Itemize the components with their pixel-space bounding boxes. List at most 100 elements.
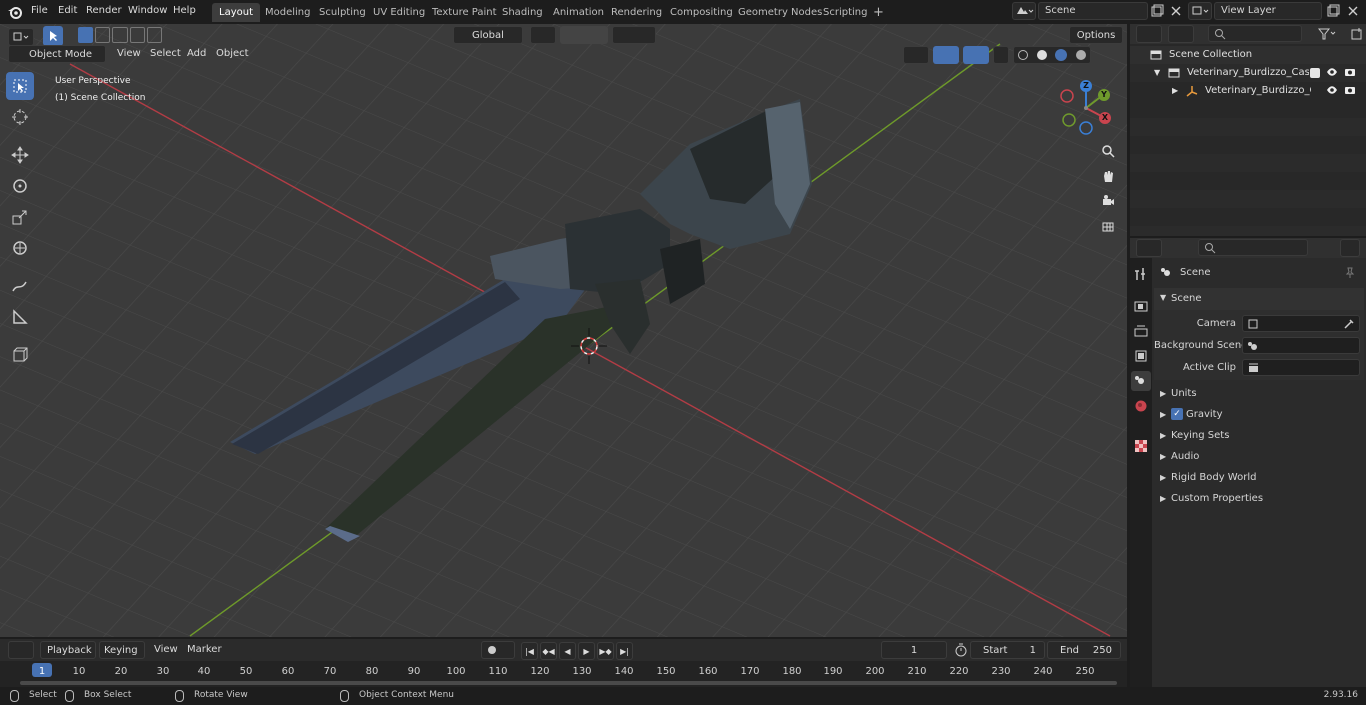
- marker-menu[interactable]: Marker: [187, 641, 222, 659]
- menu-window[interactable]: Window: [128, 0, 167, 22]
- active-clip-field[interactable]: [1242, 359, 1360, 376]
- select-extend-icon[interactable]: [95, 27, 111, 43]
- end-frame-field[interactable]: End 250: [1047, 641, 1121, 659]
- viewport-scene[interactable]: [0, 24, 1127, 637]
- tool-tab-icon[interactable]: [1133, 266, 1149, 282]
- menu-edit[interactable]: Edit: [58, 0, 77, 22]
- camera-render-icon[interactable]: [1344, 67, 1356, 77]
- transform-orientation-dropdown[interactable]: Global: [453, 26, 523, 44]
- playback-menu[interactable]: Playback: [40, 641, 96, 659]
- tab-layout[interactable]: Layout: [212, 3, 260, 22]
- outliner-editor-type-icon[interactable]: [1136, 25, 1162, 43]
- camera-render-icon[interactable]: [1344, 85, 1356, 95]
- 3d-viewport[interactable]: Global Options Object Mode View Select A…: [0, 24, 1127, 637]
- solid-shading-icon[interactable]: [1036, 50, 1047, 60]
- section-gravity[interactable]: ▶ ✓ Gravity: [1154, 405, 1364, 426]
- menu-help[interactable]: Help: [173, 0, 196, 22]
- jump-start-icon[interactable]: |◀: [521, 642, 538, 660]
- gravity-checkbox[interactable]: ✓: [1171, 408, 1183, 420]
- select-subtract-icon[interactable]: [112, 27, 128, 43]
- scene-selector-icon[interactable]: [1012, 2, 1036, 20]
- tweak-tool-icon[interactable]: [6, 72, 34, 100]
- exclude-checkbox[interactable]: [1310, 68, 1320, 78]
- prev-keyframe-icon[interactable]: ◆◀: [540, 642, 557, 660]
- next-keyframe-icon[interactable]: ▶◆: [597, 642, 614, 660]
- tab-animation[interactable]: Animation: [546, 3, 611, 22]
- keying-menu[interactable]: Keying: [99, 641, 145, 659]
- add-workspace-button[interactable]: +: [866, 3, 891, 22]
- expand-arrow-icon[interactable]: ▶: [1160, 410, 1166, 419]
- scene-name-field[interactable]: Scene: [1038, 2, 1148, 20]
- pan-hand-icon[interactable]: [1097, 165, 1119, 187]
- play-reverse-icon[interactable]: ◀: [559, 642, 576, 660]
- proportional-edit-icon[interactable]: [612, 26, 656, 44]
- select-invert-icon[interactable]: [129, 27, 145, 43]
- gizmo-x-label[interactable]: X: [1099, 112, 1111, 124]
- view-layer-icon[interactable]: [1188, 2, 1212, 20]
- snap-toggle-icon[interactable]: [560, 26, 608, 44]
- tab-sculpting[interactable]: Sculpting: [312, 3, 373, 22]
- outliner-scene-collection-row[interactable]: Scene Collection: [1130, 46, 1366, 64]
- mode-dropdown[interactable]: Object Mode: [8, 45, 106, 63]
- new-scene-icon[interactable]: [1150, 4, 1164, 18]
- play-icon[interactable]: ▶: [578, 642, 595, 660]
- section-rigid-body-world[interactable]: ▶ Rigid Body World: [1154, 468, 1364, 489]
- texture-tab-icon[interactable]: [1133, 438, 1149, 454]
- navigation-gizmo[interactable]: Y Z X: [1055, 80, 1117, 136]
- tab-shading[interactable]: Shading: [495, 3, 550, 22]
- camera-view-icon[interactable]: [1097, 190, 1119, 212]
- background-scene-field[interactable]: [1242, 337, 1360, 354]
- menu-view[interactable]: View: [117, 45, 141, 63]
- display-mode-icon[interactable]: [1168, 25, 1194, 43]
- menu-file[interactable]: File: [31, 0, 48, 22]
- expand-arrow-icon[interactable]: ▶: [1160, 452, 1166, 461]
- tab-texture-paint[interactable]: Texture Paint: [425, 3, 504, 22]
- tab-uv-editing[interactable]: UV Editing: [366, 3, 432, 22]
- expand-arrow-icon[interactable]: ▼: [1154, 64, 1160, 82]
- start-frame-field[interactable]: Start 1: [970, 641, 1045, 659]
- expand-arrow-icon[interactable]: ▶: [1160, 431, 1166, 440]
- expand-arrow-icon[interactable]: ▶: [1160, 473, 1166, 482]
- pin-icon[interactable]: [1344, 266, 1356, 278]
- eye-visibility-icon[interactable]: [1326, 67, 1338, 77]
- options-dropdown[interactable]: Options: [1069, 26, 1123, 44]
- select-new-icon[interactable]: [78, 27, 94, 43]
- cursor-tool-icon[interactable]: [6, 103, 34, 131]
- render-tab-icon[interactable]: [1133, 298, 1149, 314]
- section-audio[interactable]: ▶ Audio: [1154, 447, 1364, 468]
- tab-compositing[interactable]: Compositing: [663, 3, 740, 22]
- view-layer-field[interactable]: View Layer: [1214, 2, 1322, 20]
- delete-scene-icon[interactable]: [1169, 4, 1183, 18]
- new-collection-icon[interactable]: [1350, 27, 1364, 41]
- expand-arrow-icon[interactable]: ▶: [1160, 389, 1166, 398]
- zoom-icon[interactable]: [1097, 140, 1119, 162]
- menu-select[interactable]: Select: [150, 45, 181, 63]
- outliner-search-input[interactable]: [1208, 25, 1302, 42]
- material-shading-icon[interactable]: [1055, 49, 1068, 61]
- output-tab-icon[interactable]: [1133, 323, 1149, 339]
- select-tool-icon[interactable]: [43, 26, 63, 46]
- camera-field[interactable]: [1242, 315, 1360, 332]
- pivot-point-icon[interactable]: [530, 26, 556, 44]
- scale-tool-icon[interactable]: [6, 203, 34, 231]
- new-view-layer-icon[interactable]: [1326, 4, 1340, 18]
- timeline-scrollbar[interactable]: [20, 681, 1117, 685]
- current-frame-field[interactable]: 1: [881, 641, 947, 659]
- timeline-view-menu[interactable]: View: [154, 641, 178, 659]
- preview-range-icon[interactable]: [954, 643, 968, 657]
- annotate-tool-icon[interactable]: [6, 272, 34, 300]
- blender-logo-icon[interactable]: [7, 4, 23, 19]
- gizmo-toggle-icon[interactable]: [933, 46, 959, 64]
- measure-tool-icon[interactable]: [6, 303, 34, 331]
- collapse-arrow-icon[interactable]: ▼: [1160, 293, 1166, 302]
- tab-modeling[interactable]: Modeling: [258, 3, 318, 22]
- rendered-shading-icon[interactable]: [1075, 50, 1086, 60]
- move-tool-icon[interactable]: [6, 141, 34, 169]
- section-custom-properties[interactable]: ▶ Custom Properties: [1154, 489, 1364, 510]
- expand-arrow-icon[interactable]: ▶: [1172, 82, 1178, 100]
- xray-toggle-icon[interactable]: [993, 46, 1009, 64]
- outliner-row-collection[interactable]: ▼ Veterinary_Burdizzo_Castratio: [1130, 64, 1366, 82]
- scene-panel-header[interactable]: ▼ Scene: [1154, 288, 1364, 310]
- properties-search-input[interactable]: [1198, 239, 1308, 256]
- transform-tool-icon[interactable]: [6, 234, 34, 262]
